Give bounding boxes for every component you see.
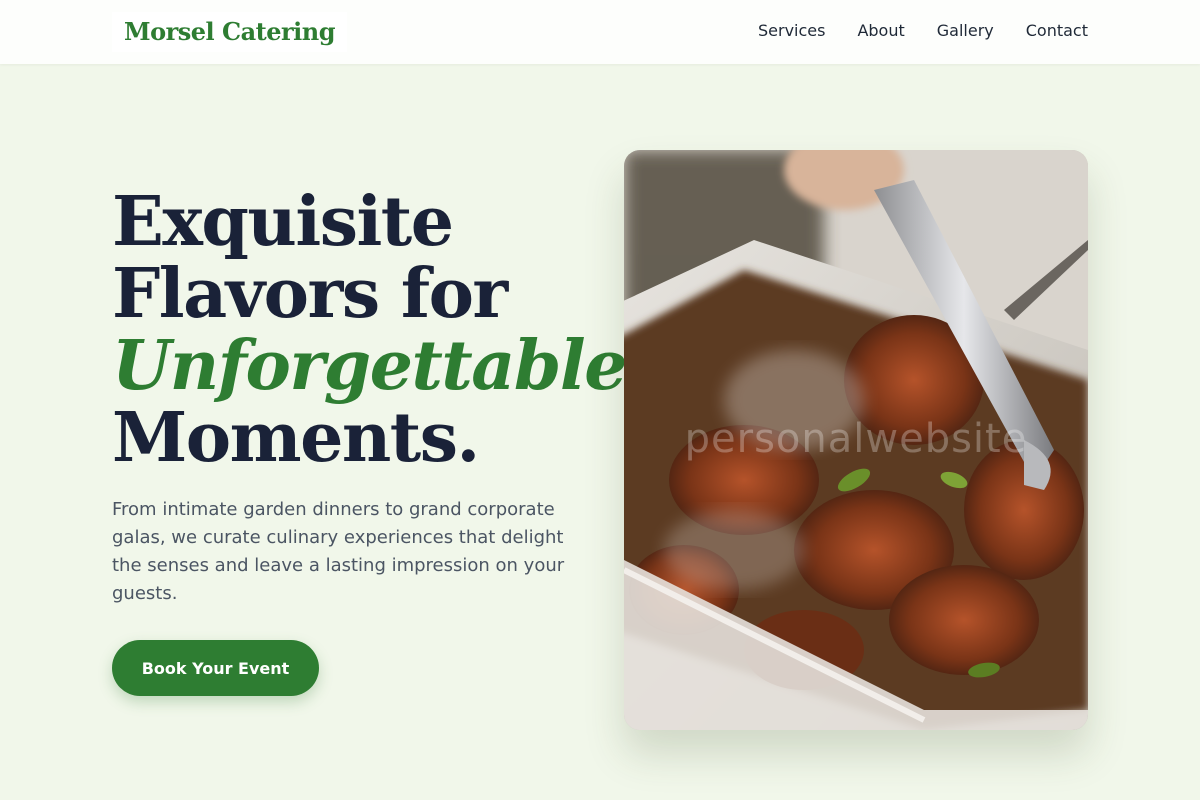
- nav-link-contact[interactable]: Contact: [1026, 20, 1088, 42]
- nav-link-about[interactable]: About: [857, 20, 904, 42]
- hero-title-line-4: Moments.: [112, 398, 480, 478]
- site-header: Morsel Catering Services About Gallery C…: [0, 0, 1200, 64]
- hero-title-line-1: Exquisite: [112, 182, 454, 262]
- hero-food-image: personalwebsite: [624, 150, 1088, 730]
- hero-title: Exquisite Flavors for Unforgettable Mome…: [112, 182, 628, 478]
- nav-link-gallery[interactable]: Gallery: [937, 20, 994, 42]
- nav-link-services[interactable]: Services: [758, 20, 825, 42]
- hero-title-line-2: Flavors for: [112, 254, 508, 334]
- hero-title-accent: Unforgettable: [112, 326, 628, 406]
- hero-description: From intimate garden dinners to grand co…: [112, 499, 565, 604]
- main-nav: Services About Gallery Contact: [758, 20, 1088, 42]
- book-event-button[interactable]: Book Your Event: [112, 640, 319, 696]
- brand-logo[interactable]: Morsel Catering: [112, 12, 347, 52]
- image-watermark: personalwebsite: [684, 416, 1028, 462]
